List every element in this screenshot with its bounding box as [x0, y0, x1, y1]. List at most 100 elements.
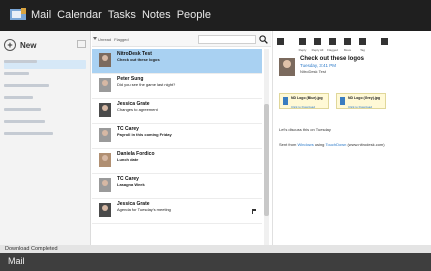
folder-item[interactable]: [4, 60, 86, 69]
message-body-line: Let's discuss this on Tuesday: [279, 127, 331, 132]
message-subject: Check out these logos: [117, 57, 160, 62]
message-subject: Changes to agreement: [117, 107, 158, 112]
nav-item-calendar[interactable]: Calendar: [57, 8, 102, 23]
folder-item[interactable]: [4, 120, 86, 129]
folder-list: [4, 57, 86, 142]
scroll-thumb[interactable]: [264, 104, 269, 216]
filter-bar: Unread Flagged: [98, 37, 129, 42]
list-scrollbar[interactable]: [264, 49, 269, 245]
avatar: [99, 178, 111, 192]
delete-button[interactable]: [273, 34, 288, 54]
tag-button[interactable]: Tag: [355, 34, 370, 54]
nav-item-notes[interactable]: Notes: [142, 8, 171, 23]
new-button[interactable]: + New: [4, 38, 36, 52]
image-file-icon: [283, 97, 288, 105]
move-button[interactable]: Move: [340, 34, 355, 54]
message-preview: [117, 88, 249, 98]
message-signature: Sent from Windows using TouchDown (www.n…: [279, 142, 385, 147]
collapse-pane-button[interactable]: [77, 40, 86, 48]
new-label: New: [20, 40, 37, 50]
toolbar-label: Flagged: [327, 48, 338, 52]
attachment-card[interactable]: ND Logo (Grey).jpg Click to Download: [336, 93, 386, 109]
filter-flagged[interactable]: Flagged: [114, 37, 128, 42]
message-row[interactable]: Jessica Grate Agenda for Tuesday's meetin…: [92, 199, 262, 224]
folder-item[interactable]: [4, 96, 86, 105]
message-date[interactable]: Tuesday, 3:41 PM: [300, 63, 336, 68]
avatar: [99, 78, 111, 92]
message-sender[interactable]: NitroDesk Test: [300, 69, 326, 74]
flag-icon: [329, 38, 336, 45]
avatar: [99, 128, 111, 142]
message-list-pane: Unread Flagged NitroDesk Test Check out t…: [92, 31, 271, 245]
flag-icon[interactable]: [252, 209, 256, 214]
message-row[interactable]: TC Carey Payroll in this coming Friday: [92, 124, 262, 149]
message-row[interactable]: NitroDesk Test Check out these logos: [92, 49, 262, 74]
list-header: Unread Flagged: [92, 31, 271, 47]
toolbar-label: Move: [343, 48, 352, 52]
nav-item-people[interactable]: People: [177, 8, 211, 23]
reply-all-button[interactable]: Reply All: [310, 34, 325, 54]
message-row[interactable]: TC Carey Lasagna Week: [92, 174, 262, 199]
nav-item-mail[interactable]: Mail: [31, 8, 51, 23]
toolbar-label: Tag: [360, 48, 365, 52]
more-icon: [381, 38, 388, 45]
image-file-icon: [340, 97, 345, 105]
mail-app-icon: [10, 8, 26, 20]
tag-icon: [359, 38, 366, 45]
reading-pane: Reply Reply All Flagged Move Tag Check out t…: [272, 31, 431, 245]
status-bar: Download Completed: [0, 245, 431, 253]
attachment-card[interactable]: ND Logo (Blue).jpg Click to Download: [279, 93, 329, 109]
chevron-down-icon[interactable]: [93, 37, 97, 40]
signature-tail: (www.nitrodesk.com): [347, 142, 385, 147]
message-row[interactable]: Daniela Fordico Lunch date: [92, 149, 262, 174]
search-input[interactable]: [198, 35, 256, 44]
attachment-download-link[interactable]: Click to Download: [291, 105, 315, 109]
reply-button[interactable]: Reply: [295, 34, 310, 54]
window-title-bar: Mail: [0, 253, 431, 271]
message-row[interactable]: Jessica Grate Changes to agreement: [92, 99, 262, 124]
move-icon: [344, 38, 351, 45]
search-icon[interactable]: [259, 35, 268, 44]
module-nav: Mail Calendar Tasks Notes People: [31, 8, 211, 23]
nav-item-tasks[interactable]: Tasks: [108, 8, 136, 23]
sender-avatar: [279, 58, 295, 76]
signature-app-link[interactable]: Windows: [297, 142, 313, 147]
attachment-name: ND Logo (Blue).jpg: [291, 96, 323, 100]
toolbar-label: Reply: [298, 48, 307, 52]
plus-icon: +: [4, 39, 16, 51]
message-preview: [117, 138, 249, 148]
app-header: Mail Calendar Tasks Notes People: [0, 0, 431, 31]
message-subject: Check out these logos: [300, 56, 365, 62]
message-preview: [117, 113, 249, 123]
folder-item[interactable]: [4, 84, 86, 93]
more-button[interactable]: [377, 34, 392, 54]
message-subject: Lasagna Week: [117, 182, 145, 187]
window-title: Mail: [8, 256, 25, 266]
signature-prefix: Sent from: [279, 142, 297, 147]
reading-toolbar: Reply Reply All Flagged Move Tag: [273, 34, 431, 56]
avatar: [99, 203, 111, 217]
avatar: [99, 103, 111, 117]
message-list: NitroDesk Test Check out these logos Peter…: [92, 49, 262, 224]
message-subject: Payroll in this coming Friday: [117, 132, 172, 137]
message-row[interactable]: Peter Sung Did you see the game last nigh…: [92, 74, 262, 99]
flag-button[interactable]: Flagged: [325, 34, 340, 54]
message-preview: [117, 213, 249, 223]
folder-pane: + New: [0, 31, 91, 245]
folder-item[interactable]: [4, 132, 86, 141]
avatar: [99, 153, 111, 167]
folder-item[interactable]: [4, 108, 86, 117]
attachment-name: ND Logo (Grey).jpg: [348, 96, 381, 100]
attachment-download-link[interactable]: Click to Download: [348, 105, 372, 109]
message-preview: [117, 63, 249, 73]
folder-item[interactable]: [4, 72, 86, 81]
signature-touchdown-link[interactable]: TouchDown: [325, 142, 346, 147]
toolbar-label: Reply All: [311, 48, 324, 52]
signature-mid: using: [314, 142, 325, 147]
delete-icon: [277, 38, 284, 45]
message-subject: Lunch date: [117, 157, 139, 162]
message-preview: [117, 163, 249, 173]
filter-unread[interactable]: Unread: [98, 37, 111, 42]
